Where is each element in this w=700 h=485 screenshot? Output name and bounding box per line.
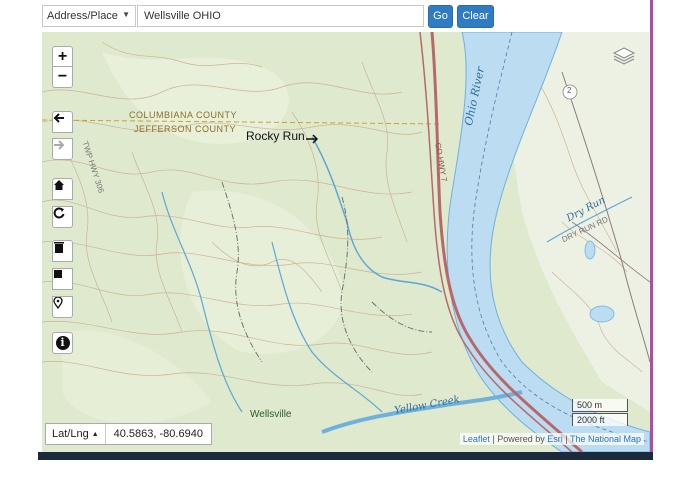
coordinate-readout: Lat/Lng ▲ 40.5863, -80.6940 bbox=[45, 423, 212, 445]
scale-imperial: 2000 ft bbox=[572, 413, 628, 426]
forward-arrow-button[interactable] bbox=[52, 138, 73, 160]
powered-by-text: | Powered by bbox=[492, 434, 545, 444]
chevron-down-icon: ▼ bbox=[122, 10, 130, 19]
home-icon bbox=[54, 180, 64, 190]
layers-icon bbox=[612, 47, 636, 65]
marker-arrow-icon bbox=[306, 134, 319, 144]
delete-button[interactable] bbox=[52, 240, 73, 262]
esri-link[interactable]: Esri bbox=[547, 434, 563, 444]
chevron-up-icon: ▲ bbox=[91, 430, 99, 438]
topo-map bbox=[42, 32, 650, 452]
county-label-south: JEFFERSON COUNTY bbox=[134, 124, 237, 134]
coordinate-mode-label: Lat/Lng bbox=[52, 428, 89, 440]
search-toolbar: Address/Place ▼ Wellsville OHIO Go Clear bbox=[0, 0, 650, 32]
info-icon: i bbox=[55, 336, 70, 350]
search-input[interactable]: Wellsville OHIO bbox=[137, 5, 424, 27]
go-button[interactable]: Go bbox=[428, 5, 453, 28]
coordinate-mode-toggle[interactable]: Lat/Lng ▲ bbox=[46, 424, 106, 444]
scale-bar: 500 m 2000 ft bbox=[572, 396, 646, 432]
county-label-north: COLUMBIANA COUNTY bbox=[129, 110, 238, 120]
leaflet-link[interactable]: Leaflet bbox=[463, 434, 490, 444]
refresh-button[interactable] bbox=[52, 206, 73, 228]
search-type-value: Address/Place bbox=[47, 10, 118, 22]
arrow-right-icon bbox=[54, 140, 65, 150]
bottom-bar bbox=[38, 452, 653, 460]
route-shield-number: 2 bbox=[567, 86, 572, 95]
map-pin-icon bbox=[53, 297, 63, 309]
search-type-select[interactable]: Address/Place ▼ bbox=[42, 5, 136, 27]
home-button[interactable] bbox=[52, 178, 73, 200]
coordinate-value: 40.5863, -80.6940 bbox=[113, 428, 203, 440]
map-attribution: Leaflet | Powered by Esri | The National… bbox=[459, 433, 644, 445]
clear-button[interactable]: Clear bbox=[457, 5, 494, 28]
refresh-icon bbox=[53, 207, 65, 219]
trash-icon bbox=[54, 242, 64, 253]
town-label: Wellsville bbox=[250, 409, 292, 420]
add-marker-button[interactable] bbox=[52, 296, 73, 318]
info-button[interactable]: i bbox=[52, 332, 73, 354]
draw-rectangle-button[interactable] bbox=[52, 268, 73, 290]
map-canvas[interactable]: COLUMBIANA COUNTY JEFFERSON COUNTY Rocky… bbox=[42, 32, 650, 452]
attribution-separator: | bbox=[565, 434, 568, 444]
zoom-out-button[interactable]: − bbox=[52, 67, 73, 88]
marker-label: Rocky Run bbox=[246, 129, 305, 143]
square-icon bbox=[54, 270, 62, 278]
scale-metric: 500 m bbox=[572, 399, 628, 412]
national-map-link[interactable]: The National Map bbox=[570, 434, 641, 444]
zoom-in-button[interactable]: + bbox=[52, 46, 73, 67]
back-arrow-button[interactable] bbox=[52, 111, 73, 133]
frame-border bbox=[650, 0, 653, 460]
layers-button[interactable] bbox=[612, 44, 638, 70]
arrow-left-icon bbox=[53, 113, 64, 123]
